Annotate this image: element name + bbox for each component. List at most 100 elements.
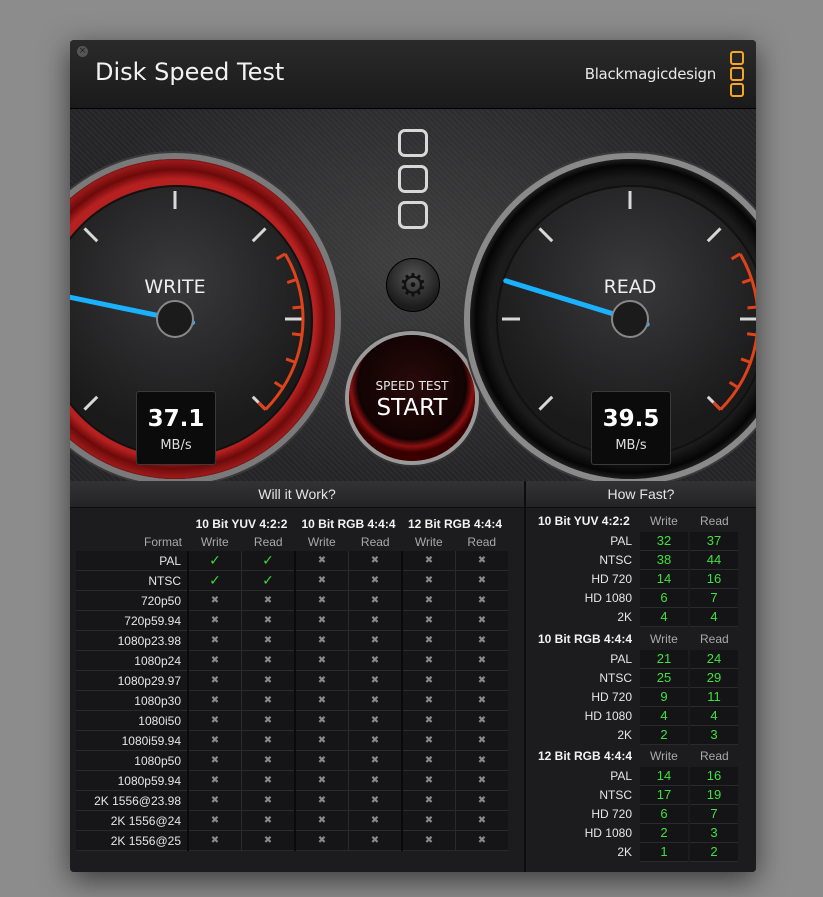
list-item: 2K 4 4 (532, 608, 756, 627)
cross-icon: ✖ (401, 630, 456, 651)
format-name: 1080p30 (76, 690, 188, 711)
table-row: 2K 1556@25 ✖ ✖ ✖ ✖ ✖ ✖ (76, 830, 508, 851)
write-speed-value: 37.1 (147, 406, 205, 432)
format-name: HD 1080 (584, 709, 632, 723)
write-column-header: Write (414, 535, 443, 549)
cross-icon: ✖ (348, 670, 402, 691)
cross-icon: ✖ (241, 670, 295, 691)
how-fast-group-header: 12 Bit RGB 4:4:4 Write Read (532, 749, 756, 767)
format-name: 720p59.94 (76, 610, 188, 631)
list-item: PAL 32 37 (532, 532, 756, 551)
table-row: 1080i50 ✖ ✖ ✖ ✖ ✖ ✖ (76, 710, 508, 731)
gauge-redzone-tick (740, 357, 751, 364)
cross-icon: ✖ (348, 770, 402, 791)
read-gauge-label: READ (603, 276, 657, 298)
format-name: 2K (617, 845, 632, 859)
write-fps-value: 9 (640, 688, 688, 707)
cross-icon: ✖ (294, 810, 349, 831)
table-row: 1080i59.94 ✖ ✖ ✖ ✖ ✖ ✖ (76, 730, 508, 751)
app-window: × Disk Speed Test Blackmagicdesign WRITE… (70, 40, 756, 872)
cross-icon: ✖ (241, 750, 295, 771)
format-name: 1080p50 (76, 750, 188, 771)
write-fps-value: 14 (640, 767, 688, 786)
read-fps-value: 3 (690, 824, 738, 843)
list-item: HD 720 9 11 (532, 688, 756, 707)
format-name: 1080p24 (76, 650, 188, 671)
list-item: 2K 1 2 (532, 843, 756, 862)
write-fps-value: 21 (640, 650, 688, 669)
group-header: 12 Bit RGB 4:4:4 (407, 517, 503, 531)
settings-button[interactable]: ⚙ (386, 258, 440, 312)
cross-icon: ✖ (401, 610, 456, 631)
gauge-redzone-tick (285, 357, 296, 364)
list-item: HD 720 14 16 (532, 570, 756, 589)
close-button[interactable]: × (77, 46, 88, 57)
table-row: NTSC ✓ ✓ ✖ ✖ ✖ ✖ (76, 570, 508, 591)
cross-icon: ✖ (187, 810, 242, 831)
cross-icon: ✖ (348, 790, 402, 811)
cross-icon: ✖ (455, 830, 508, 851)
write-column-header: Write (650, 749, 678, 763)
format-name: 2K (617, 610, 632, 624)
format-name: HD 720 (591, 690, 632, 704)
format-name: 720p50 (76, 590, 188, 611)
cross-icon: ✖ (401, 670, 456, 691)
format-name: NTSC (599, 553, 632, 567)
cross-icon: ✖ (187, 730, 242, 751)
format-name: HD 1080 (584, 826, 632, 840)
write-gauge-label: WRITE (144, 276, 206, 298)
write-fps-value: 2 (640, 824, 688, 843)
read-gauge: READ 39.5 MB/s (470, 159, 756, 479)
start-button[interactable]: SPEED TEST START (349, 335, 475, 461)
format-group-spacer (76, 515, 188, 533)
read-fps-value: 37 (690, 532, 738, 551)
gauge-tick (251, 227, 267, 243)
format-name: 1080i50 (76, 710, 188, 731)
cross-icon: ✖ (187, 630, 242, 651)
list-item: NTSC 25 29 (532, 669, 756, 688)
brand-logo-icon (730, 51, 744, 99)
start-button-subtitle: SPEED TEST (375, 379, 449, 393)
table-row: 1080p24 ✖ ✖ ✖ ✖ ✖ ✖ (76, 650, 508, 671)
cross-icon: ✖ (348, 750, 402, 771)
cross-icon: ✖ (241, 590, 295, 611)
cross-icon: ✖ (294, 610, 349, 631)
how-fast-group: 10 Bit YUV 4:2:2 Write Read PAL 32 37 NTSC 38 44… (532, 514, 756, 627)
cross-icon: ✖ (455, 630, 508, 651)
list-item: NTSC 38 44 (532, 551, 756, 570)
will-it-work-header: Will it Work? (70, 481, 524, 508)
read-column-header: Read (700, 632, 729, 646)
group-title: 12 Bit RGB 4:4:4 (538, 749, 633, 763)
cross-icon: ✖ (241, 730, 295, 751)
cross-icon: ✖ (187, 770, 242, 791)
read-column-header: Read (467, 535, 497, 549)
list-item: NTSC 17 19 (532, 786, 756, 805)
write-fps-value: 4 (640, 707, 688, 726)
read-fps-value: 24 (690, 650, 738, 669)
cross-icon: ✖ (348, 610, 402, 631)
read-fps-value: 2 (690, 843, 738, 862)
cross-icon: ✖ (401, 590, 456, 611)
write-column-header: Write (200, 535, 229, 549)
checkmark-icon: ✓ (241, 570, 295, 591)
start-button-label: START (376, 395, 448, 421)
app-title: Disk Speed Test (95, 58, 285, 86)
format-name: 1080p29.97 (76, 670, 188, 691)
table-row: 720p59.94 ✖ ✖ ✖ ✖ ✖ ✖ (76, 610, 508, 631)
will-it-work-table: 10 Bit YUV 4:2:2 10 Bit RGB 4:4:4 12 Bit… (76, 515, 508, 851)
cross-icon: ✖ (401, 750, 456, 771)
cross-icon: ✖ (294, 690, 349, 711)
gauge-tick (538, 227, 554, 243)
table-row: 1080p30 ✖ ✖ ✖ ✖ ✖ ✖ (76, 690, 508, 711)
read-fps-value: 16 (690, 570, 738, 589)
read-fps-value: 7 (690, 589, 738, 608)
cross-icon: ✖ (401, 790, 456, 811)
cross-icon: ✖ (187, 610, 242, 631)
cross-icon: ✖ (294, 650, 349, 671)
checkmark-icon: ✓ (187, 570, 242, 591)
gauge-redzone-tick (292, 305, 303, 310)
write-readout: 37.1 MB/s (136, 391, 216, 465)
checkmark-icon: ✓ (187, 551, 242, 571)
title-bar: × Disk Speed Test Blackmagicdesign (70, 40, 756, 109)
table-row: 1080p29.97 ✖ ✖ ✖ ✖ ✖ ✖ (76, 670, 508, 691)
